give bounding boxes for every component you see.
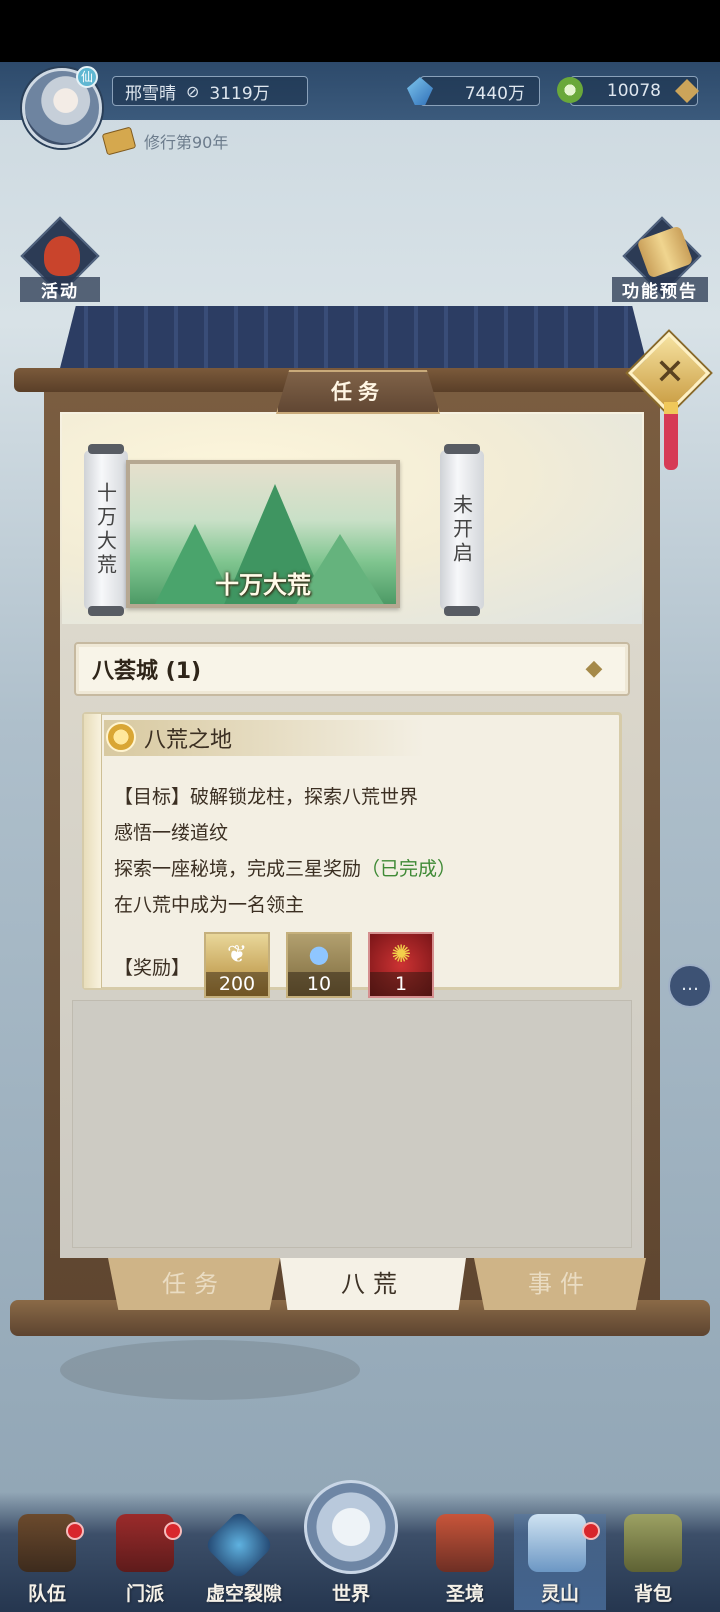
feature-preview-label: 功能预告 bbox=[612, 277, 708, 302]
player-name: 邢雪晴 bbox=[125, 83, 176, 104]
add-currency-icon[interactable] bbox=[675, 79, 699, 103]
crystal-amount: 7440万 bbox=[464, 83, 525, 104]
nav-void-rift-label: 虚空裂隙 bbox=[205, 1583, 282, 1605]
notification-dot bbox=[582, 1522, 600, 1540]
jade-amount: 10078 bbox=[606, 81, 661, 101]
jade-currency[interactable]: 10078 bbox=[557, 76, 699, 106]
reward-item[interactable]: ❦ 200 bbox=[204, 932, 270, 998]
notification-dot bbox=[164, 1522, 182, 1540]
panel-title: 任务 bbox=[276, 370, 440, 414]
nav-holy-realm-label: 圣境 bbox=[445, 1583, 484, 1605]
feather-icon: ❦ bbox=[226, 940, 248, 968]
quest-title-row: 八荒之地 bbox=[104, 720, 424, 756]
rewards-label: 【奖励】 bbox=[114, 957, 191, 979]
cultivation-info[interactable]: 修行第90年 bbox=[101, 126, 229, 156]
reward-item[interactable]: ✺ 1 bbox=[368, 932, 434, 998]
region-scroll-left-label: 十万大荒 bbox=[93, 482, 118, 578]
avatar-badge-icon: 仙 bbox=[76, 66, 98, 88]
nav-world[interactable]: 世界 bbox=[296, 1480, 406, 1612]
section-header[interactable]: 八荟城 (1) ◆ bbox=[74, 642, 630, 696]
tab-quest[interactable]: 任务 bbox=[108, 1258, 280, 1310]
chat-icon[interactable]: … bbox=[668, 964, 712, 1008]
spirit-mountain-icon bbox=[528, 1514, 586, 1572]
nav-void-rift[interactable]: 虚空裂隙 bbox=[196, 1509, 292, 1610]
nav-spirit-mountain-label: 灵山 bbox=[540, 1583, 579, 1605]
sect-icon bbox=[116, 1514, 174, 1572]
jade-icon bbox=[557, 77, 583, 103]
nav-team[interactable]: 队伍 bbox=[4, 1514, 90, 1610]
region-scroll-right-label: 未开启 bbox=[449, 494, 474, 566]
notification-dot bbox=[66, 1522, 84, 1540]
chevron-down-icon[interactable]: ◆ bbox=[580, 658, 608, 680]
combat-power-value: 3119万 bbox=[209, 83, 270, 104]
panel-roof bbox=[58, 306, 650, 376]
nav-bag-label: 背包 bbox=[633, 1583, 672, 1605]
region-banner-label: 十万大荒 bbox=[215, 571, 311, 599]
floating-island-art bbox=[60, 1340, 360, 1400]
quest-title: 八荒之地 bbox=[144, 728, 233, 753]
tab-bahuang[interactable]: 八荒 bbox=[280, 1258, 466, 1310]
region-banner[interactable]: 十万大荒 bbox=[126, 460, 400, 608]
quest-list-area bbox=[72, 1000, 632, 1248]
tab-event[interactable]: 事件 bbox=[474, 1258, 646, 1310]
quest-objective: 探索一座秘境，完成三星奖励（已完成） bbox=[114, 854, 456, 881]
reward-count: 1 bbox=[370, 972, 432, 996]
quest-objective-text: 探索一座秘境，完成三星奖励 bbox=[114, 858, 362, 880]
combat-power-icon: ⊘ bbox=[186, 81, 200, 101]
team-icon bbox=[18, 1514, 76, 1572]
lantern-icon bbox=[44, 236, 80, 276]
orb-icon: ● bbox=[308, 940, 330, 968]
nav-sect-label: 门派 bbox=[125, 1583, 164, 1605]
activity-button[interactable]: 活动 bbox=[20, 216, 100, 302]
quest-goal: 【目标】破解锁龙柱，探索八荒世界 bbox=[114, 786, 419, 808]
quest-gold-icon bbox=[106, 722, 136, 752]
feature-preview-button[interactable]: 功能预告 bbox=[612, 216, 708, 302]
activity-label: 活动 bbox=[20, 277, 100, 302]
status-bar bbox=[0, 0, 720, 62]
nav-bag[interactable]: 背包 bbox=[610, 1514, 696, 1610]
cultivation-years: 修行第90年 bbox=[144, 133, 229, 152]
bag-icon bbox=[624, 1514, 682, 1572]
section-header-title: 八荟城 (1) bbox=[92, 659, 202, 684]
quest-objective-status: （已完成） bbox=[361, 858, 457, 880]
tassel-icon bbox=[664, 402, 678, 470]
nav-sect[interactable]: 门派 bbox=[102, 1514, 188, 1610]
quest-card-scroll-edge bbox=[84, 714, 102, 988]
scroll-icon bbox=[101, 126, 137, 156]
region-scroll-left[interactable]: 十万大荒 bbox=[84, 444, 128, 616]
golden-bird-icon: ✺ bbox=[390, 940, 412, 968]
player-name-plate[interactable]: 邢雪晴 ⊘ 3119万 bbox=[112, 76, 308, 106]
nav-holy-realm[interactable]: 圣境 bbox=[422, 1514, 508, 1610]
crystal-currency[interactable]: 7440万 bbox=[407, 76, 540, 106]
nav-team-label: 队伍 bbox=[27, 1583, 66, 1605]
quest-objective: 在八荒中成为一名领主 bbox=[114, 894, 305, 916]
world-orb-icon bbox=[304, 1480, 398, 1574]
reward-count: 10 bbox=[288, 972, 350, 996]
nav-spirit-mountain[interactable]: 灵山 bbox=[514, 1514, 606, 1610]
reward-item[interactable]: ● 10 bbox=[286, 932, 352, 998]
reward-count: 200 bbox=[206, 972, 268, 996]
nav-world-label: 世界 bbox=[331, 1583, 370, 1605]
void-rift-icon bbox=[203, 1509, 275, 1581]
region-scroll-right[interactable]: 未开启 bbox=[440, 444, 484, 616]
quest-objective: 感悟一缕道纹 bbox=[114, 822, 229, 844]
close-icon[interactable]: ✕ bbox=[650, 350, 690, 396]
pagoda-icon bbox=[436, 1514, 494, 1572]
